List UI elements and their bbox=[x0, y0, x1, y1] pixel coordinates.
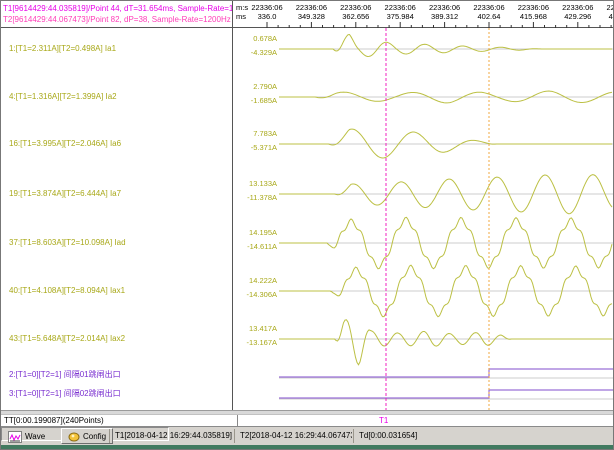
channel-label[interactable]: 40:[T1=4.108A][T2=8.094A] Iax1 bbox=[9, 286, 125, 296]
axis-tick-label: 22336:06389.312 bbox=[422, 3, 468, 21]
t2-cursor-info: T2[9614429:44.067473]/Point 82, dP=38, S… bbox=[3, 14, 232, 25]
digital-trace-2 bbox=[279, 390, 613, 398]
channel-scale-max: 2.790A bbox=[233, 82, 277, 91]
total-time-readout: TT[0:00.199087](240Points) bbox=[1, 415, 238, 426]
channel-scale-min: -11.378A bbox=[233, 193, 277, 202]
digital-trace-1 bbox=[279, 369, 613, 377]
channel-label[interactable]: 16:[T1=3.995A][T2=2.046A] Ia6 bbox=[9, 139, 121, 149]
channel-scale-min: -14.611A bbox=[233, 242, 277, 251]
channel-label[interactable]: 37:[T1=8.603A][T2=10.098A] Iad bbox=[9, 238, 126, 248]
axis-tick-label: 22336:06375.984 bbox=[377, 3, 423, 21]
channel-label[interactable]: 3:[T1=0][T2=1] 间隔02跳闸出口 bbox=[9, 389, 121, 399]
axis-tick-label: 22336:06362.656 bbox=[333, 3, 379, 21]
channel-list-panel: 1:[T1=2.311A][T2=0.498A] Ia1 4:[T1=1.316A… bbox=[1, 28, 233, 410]
header: T1[9614429:44.035819]/Point 44, dT=31.65… bbox=[1, 1, 614, 28]
axis-tick-label: 22336:06402.64 bbox=[466, 3, 512, 21]
time-axis: m:s ms 22336:06336.022336:06349.32822336… bbox=[233, 1, 614, 28]
channel-scale-min: -13.167A bbox=[233, 338, 277, 347]
t1-cursor-label[interactable]: T1 bbox=[379, 415, 388, 426]
t1-cursor-info: T1[9614429:44.035819]/Point 44, dT=31.65… bbox=[3, 3, 232, 14]
axis-tick-marks bbox=[233, 21, 614, 28]
wave-icon bbox=[8, 431, 22, 443]
channel-scale-max: 14.195A bbox=[233, 228, 277, 237]
status-t1-time: T1[2018-04-12 16:29:44.035819] bbox=[109, 429, 233, 443]
config-icon bbox=[68, 431, 80, 442]
channel-scale-max: 14.222A bbox=[233, 276, 277, 285]
axis-tick-label: 22336:06349.328 bbox=[288, 3, 334, 21]
channel-scale-min: -5.371A bbox=[233, 143, 277, 152]
channel-scale-max: 13.417A bbox=[233, 324, 277, 333]
channel-scale-min: -4.329A bbox=[233, 48, 277, 57]
channel-label[interactable]: 2:[T1=0][T2=1] 间隔01跳闸出口 bbox=[9, 370, 121, 380]
waveform-canvas[interactable] bbox=[233, 28, 614, 410]
channel-scale-max: 7.783A bbox=[233, 129, 277, 138]
tab-wave-label: Wave bbox=[25, 432, 45, 441]
channel-label[interactable]: 43:[T1=5.648A][T2=2.014A] Iax2 bbox=[9, 334, 125, 344]
channel-scale-max: 0.678A bbox=[233, 34, 277, 43]
channel-scale-max: 13.133A bbox=[233, 179, 277, 188]
channel-scale-min: -14.306A bbox=[233, 290, 277, 299]
waveform-Ia1 bbox=[279, 35, 612, 57]
cursor-marker-row: TT[0:00.199087](240Points) T1 bbox=[1, 415, 614, 426]
waveform-panel[interactable]: 0.678A -4.329A 2.790A -1.685A 7.783A -5.371A 1… bbox=[233, 28, 614, 410]
wave-analyzer-window: T1[9614429:44.035819]/Point 44, dT=31.65… bbox=[0, 0, 614, 450]
status-t2-time: T2[2018-04-12 16:29:44.067473] bbox=[234, 429, 352, 443]
tab-wave[interactable]: Wave bbox=[4, 429, 49, 444]
cursor-info-panel: T1[9614429:44.035819]/Point 44, dT=31.65… bbox=[1, 1, 233, 28]
channel-scale-min: -1.685A bbox=[233, 96, 277, 105]
tab-config-label: Config bbox=[83, 432, 106, 441]
tab-config[interactable]: Config bbox=[61, 428, 113, 444]
axis-tick-label: 22336:06415.968 bbox=[510, 3, 556, 21]
axis-tick-label: 22336:06429.296 bbox=[555, 3, 601, 21]
bottom-edge-strip bbox=[1, 445, 614, 450]
status-bar: Wave Config T1[2018-04-12 16:29:44.03581… bbox=[1, 426, 614, 445]
channel-label[interactable]: 19:[T1=3.874A][T2=6.444A] Ia7 bbox=[9, 189, 121, 199]
axis-tick-label: 22336:06336.0 bbox=[244, 3, 290, 21]
status-td-delta: Td[0:00.031654] bbox=[353, 429, 439, 443]
waveform-Iax2 bbox=[279, 320, 612, 365]
axis-tick-label: 22336:06442.624 bbox=[599, 3, 614, 21]
channel-label[interactable]: 4:[T1=1.316A][T2=1.399A] Ia2 bbox=[9, 92, 117, 102]
channel-label[interactable]: 1:[T1=2.311A][T2=0.498A] Ia1 bbox=[9, 44, 116, 54]
